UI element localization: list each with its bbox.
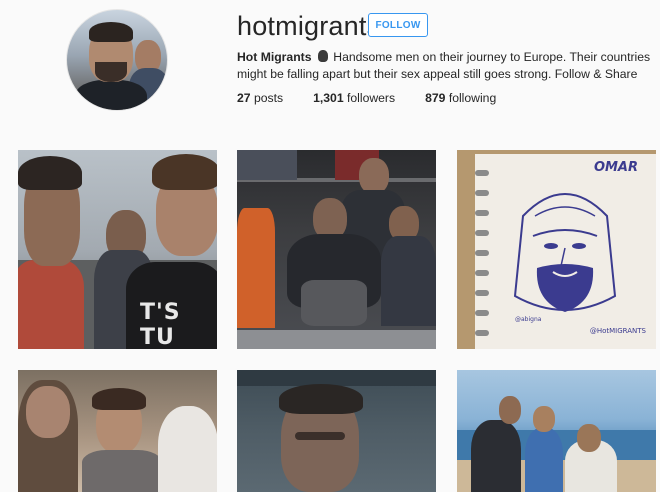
shirt-print-text: T'S TU bbox=[140, 300, 181, 349]
photo-person-face bbox=[577, 424, 601, 452]
posts-label: posts bbox=[253, 91, 284, 105]
avatar-figure-hair bbox=[89, 22, 133, 42]
photo-person-hair bbox=[92, 388, 146, 410]
profile-username: hotmigrants bbox=[237, 11, 381, 41]
spiral-ring bbox=[475, 330, 489, 336]
photo-person-face bbox=[359, 158, 389, 194]
followers-stat[interactable]: 1,301 followers bbox=[313, 91, 395, 105]
post-tile-3[interactable]: OMAR @abigna @HotMIGRANTS bbox=[457, 150, 656, 349]
spiral-ring bbox=[475, 170, 489, 176]
photo-person bbox=[525, 428, 563, 492]
follow-button[interactable]: FOLLOW bbox=[368, 13, 428, 37]
spiral-ring bbox=[475, 250, 489, 256]
photo-person bbox=[18, 260, 84, 349]
photo-person-eyes bbox=[295, 432, 345, 440]
photo-person-face bbox=[499, 396, 521, 424]
posts-stat: 27 posts bbox=[237, 91, 283, 105]
ink-portrait-drawing bbox=[513, 193, 617, 312]
profile-full-name: Hot Migrants bbox=[237, 50, 312, 64]
artist-handle-text: @abigna bbox=[515, 316, 542, 323]
photo-person-scarf bbox=[158, 406, 217, 492]
photo-person-face bbox=[26, 386, 70, 438]
avatar-figure-body bbox=[75, 80, 147, 110]
posts-count: 27 bbox=[237, 91, 251, 105]
spiral-ring bbox=[475, 230, 489, 236]
photo-person-hair bbox=[152, 154, 217, 190]
drawing-title-text: OMAR bbox=[593, 160, 638, 175]
followers-label: followers bbox=[346, 91, 396, 105]
post-tile-6[interactable] bbox=[457, 370, 656, 492]
profile-stats: 27 posts 1,301 followers 879 following bbox=[237, 91, 526, 105]
spiral-ring bbox=[475, 310, 489, 316]
photo-person-face bbox=[533, 406, 555, 432]
profile-avatar bbox=[66, 9, 168, 111]
post-tile-4[interactable] bbox=[18, 370, 217, 492]
account-handle-text: @HotMIGRANTS bbox=[589, 327, 646, 335]
photo-person-legs bbox=[301, 280, 367, 326]
photo-deck bbox=[237, 330, 436, 349]
photo-person bbox=[237, 150, 297, 180]
following-count: 879 bbox=[425, 91, 446, 105]
post-tile-1[interactable]: T'S TU bbox=[18, 150, 217, 349]
photo-person bbox=[82, 450, 162, 492]
spiral-ring bbox=[475, 210, 489, 216]
profile-bio: Hot Migrants Handsome men on their journ… bbox=[237, 49, 652, 83]
photo-window-frame bbox=[237, 370, 436, 386]
photo-person bbox=[381, 236, 436, 326]
photo-person bbox=[471, 420, 521, 492]
spiral-ring bbox=[475, 290, 489, 296]
photo-person-hair bbox=[18, 156, 82, 190]
photo-person-hair bbox=[279, 384, 363, 414]
post-grid: T'S TU OMAR @abigna @HotMIGRANTS bbox=[18, 150, 658, 492]
following-label: following bbox=[448, 91, 497, 105]
post-tile-2[interactable] bbox=[237, 150, 436, 349]
post-tile-5[interactable] bbox=[237, 370, 436, 492]
following-stat[interactable]: 879 following bbox=[425, 91, 496, 105]
sketchbook-page: OMAR @abigna @HotMIGRANTS bbox=[475, 154, 656, 349]
raised-hand-icon bbox=[317, 50, 328, 62]
spiral-ring bbox=[475, 270, 489, 276]
avatar-figure-beard bbox=[95, 62, 127, 82]
spiral-ring bbox=[475, 190, 489, 196]
followers-count: 1,301 bbox=[313, 91, 344, 105]
photo-life-vest bbox=[237, 208, 275, 328]
